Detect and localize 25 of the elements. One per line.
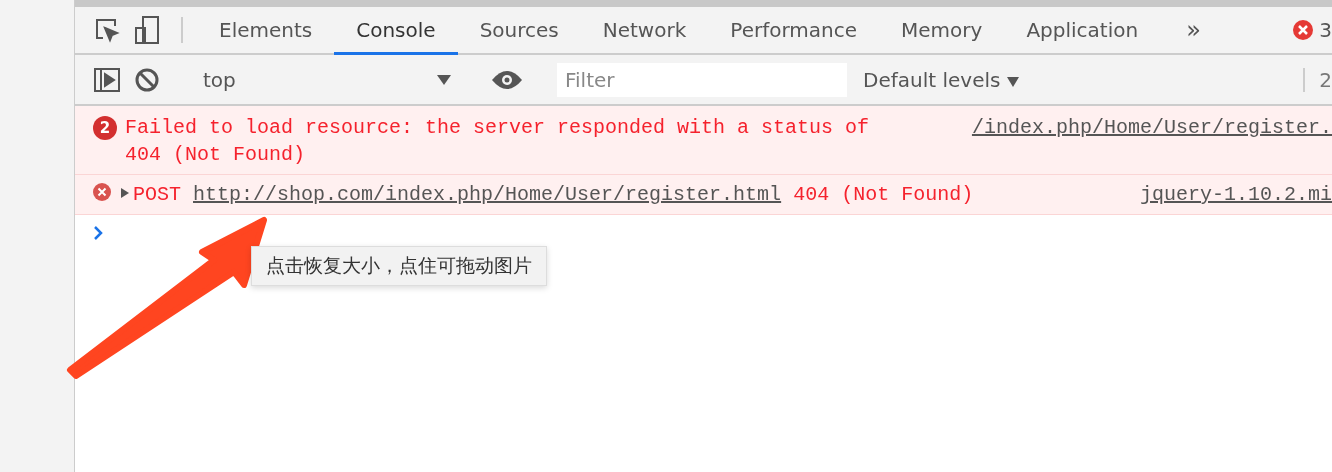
context-select[interactable]: top xyxy=(197,67,457,92)
source-link[interactable]: /index.php/Home/User/register. xyxy=(971,114,1332,141)
levels-dropdown[interactable]: Default levels xyxy=(863,67,1019,92)
panel-tab[interactable]: Sources xyxy=(457,7,581,55)
panel-tab[interactable]: Network xyxy=(580,7,709,55)
request-method: POST xyxy=(133,182,181,208)
panel-tab[interactable]: Application xyxy=(1004,7,1161,55)
repeat-count-badge: 2 xyxy=(93,116,117,140)
more-tabs-button[interactable]: » xyxy=(1168,7,1219,53)
error-icon xyxy=(93,183,111,201)
error-text: Failed to load resource: the server responded with a status of 404 (Not Found) xyxy=(125,115,871,168)
panel-tab[interactable]: Memory xyxy=(879,7,1005,55)
panel-tab[interactable]: Performance xyxy=(708,7,880,55)
caret-icon[interactable] xyxy=(1006,76,1019,87)
status-text: 404 (Not Found) xyxy=(793,182,974,208)
caret-icon[interactable] xyxy=(437,74,451,85)
error-count[interactable]: 3 xyxy=(1319,18,1332,42)
request-url[interactable]: http://shop.com/index.php/Home/User/register.html xyxy=(193,181,782,208)
panel-tab[interactable]: Elements xyxy=(197,7,335,55)
hidden-count: 2 xyxy=(1303,67,1332,92)
expand-icon[interactable] xyxy=(121,188,129,198)
filter-field[interactable]: Filter xyxy=(557,62,847,97)
source-link[interactable]: jquery-1.10.2.mi xyxy=(1139,181,1332,208)
error-icon xyxy=(1293,20,1314,40)
tooltip: 点击恢复大小，点住可拖动图片 xyxy=(251,246,547,286)
